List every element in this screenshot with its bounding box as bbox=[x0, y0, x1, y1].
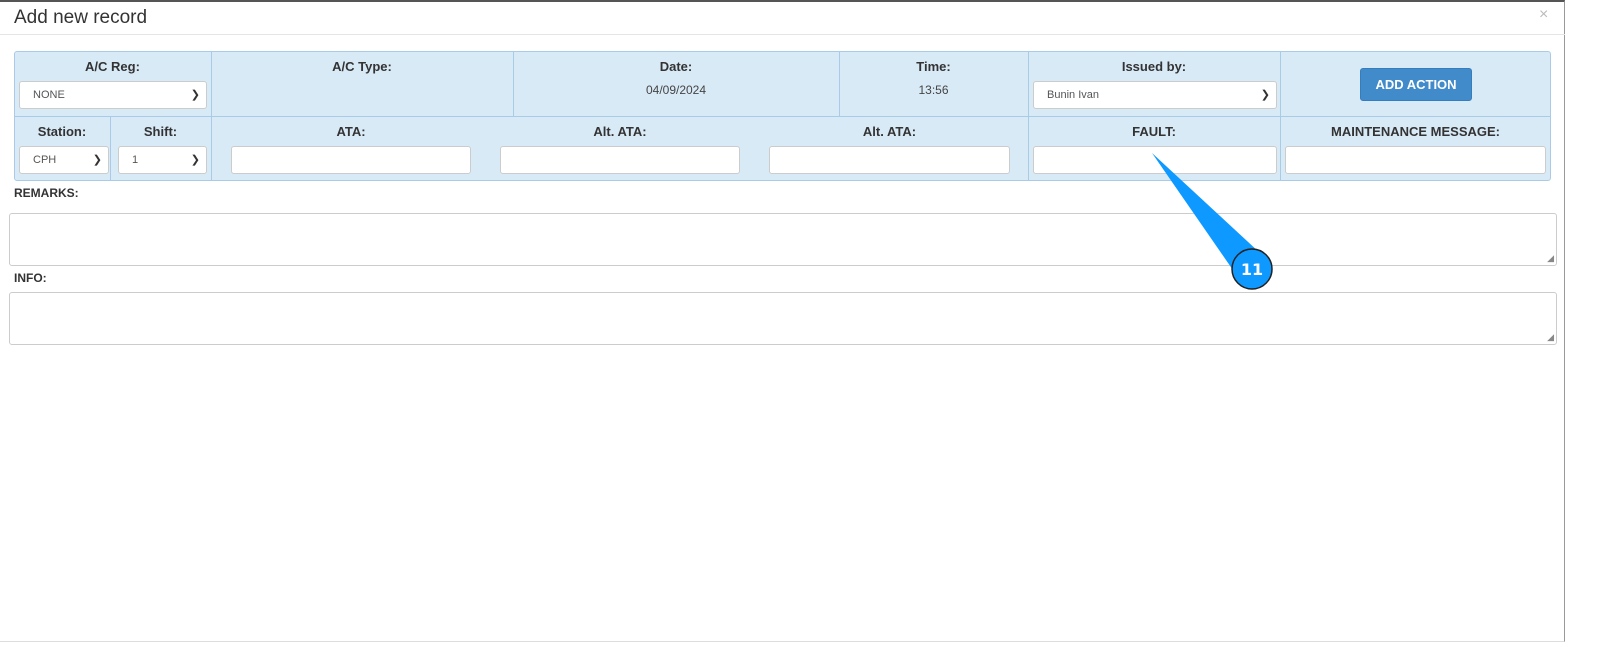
info-textarea[interactable]: ◢ bbox=[9, 292, 1557, 345]
station-value: CPH bbox=[33, 154, 57, 166]
maintenance-message-input[interactable] bbox=[1285, 146, 1546, 174]
remarks-textarea[interactable]: ◢ bbox=[9, 213, 1557, 266]
issued-by-value: Bunin Ivan bbox=[1047, 89, 1099, 101]
chevron-down-icon: ❯ bbox=[1260, 89, 1270, 101]
date-label: Date: bbox=[659, 59, 693, 74]
ata-input[interactable] bbox=[231, 146, 471, 174]
chevron-down-icon: ❯ bbox=[190, 89, 200, 101]
issued-by-label: Issued by: bbox=[1121, 59, 1187, 74]
alt-ata-1-label: Alt. ATA: bbox=[593, 124, 647, 139]
chevron-down-icon: ❯ bbox=[92, 154, 102, 166]
time-label: Time: bbox=[916, 59, 951, 74]
station-select[interactable]: CPH ❯ bbox=[19, 146, 109, 174]
info-label: INFO: bbox=[14, 271, 47, 285]
date-value: 04/09/2024 bbox=[645, 83, 707, 97]
remarks-label: REMARKS: bbox=[14, 186, 79, 200]
add-action-button[interactable]: ADD ACTION bbox=[1360, 68, 1472, 101]
ac-reg-value: NONE bbox=[33, 89, 65, 101]
close-icon[interactable]: × bbox=[1539, 6, 1548, 24]
resize-handle-icon[interactable]: ◢ bbox=[1547, 253, 1554, 264]
alt-ata-1-input[interactable] bbox=[500, 146, 740, 174]
ac-reg-label: A/C Reg: bbox=[85, 59, 140, 74]
maintenance-message-label: MAINTENANCE MESSAGE: bbox=[1330, 124, 1500, 139]
chevron-down-icon: ❯ bbox=[190, 154, 200, 166]
divider bbox=[0, 34, 1565, 35]
issued-by-select[interactable]: Bunin Ivan ❯ bbox=[1033, 81, 1277, 109]
time-value: 13:56 bbox=[918, 83, 949, 97]
ata-label: ATA: bbox=[336, 124, 366, 139]
callout-number: 11 bbox=[1241, 260, 1263, 279]
callout-marker: 11 bbox=[1152, 153, 1273, 290]
alt-ata-2-label: Alt. ATA: bbox=[862, 124, 917, 139]
shift-label: Shift: bbox=[143, 124, 178, 139]
station-label: Station: bbox=[37, 124, 87, 139]
ac-reg-select[interactable]: NONE ❯ bbox=[19, 81, 207, 109]
ac-type-label: A/C Type: bbox=[332, 59, 392, 74]
shift-select[interactable]: 1 ❯ bbox=[118, 146, 207, 174]
resize-handle-icon[interactable]: ◢ bbox=[1547, 332, 1554, 343]
divider bbox=[15, 116, 1550, 117]
alt-ata-2-input[interactable] bbox=[769, 146, 1010, 174]
modal-title: Add new record bbox=[14, 7, 148, 28]
shift-value: 1 bbox=[132, 154, 139, 166]
fault-label: FAULT: bbox=[1132, 124, 1176, 139]
